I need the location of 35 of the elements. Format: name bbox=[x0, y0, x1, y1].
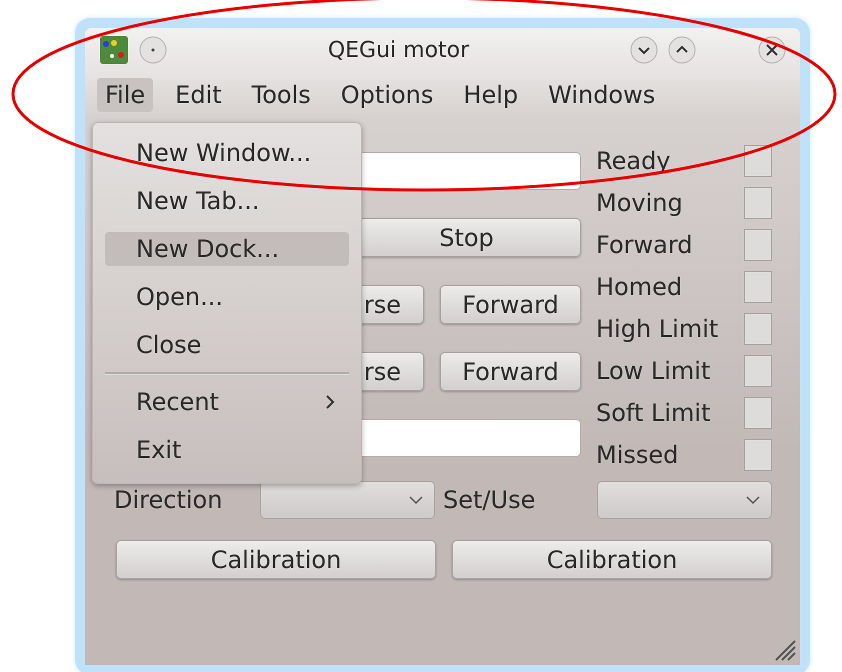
status-label: Ready bbox=[596, 147, 672, 175]
menu-item[interactable]: Open... bbox=[105, 273, 349, 321]
chevron-down-icon bbox=[745, 495, 762, 505]
calibration-button[interactable]: Calibration bbox=[116, 540, 436, 579]
chevron-down-icon bbox=[408, 495, 424, 505]
menu[interactable]: Tools bbox=[244, 78, 319, 112]
forward-button[interactable]: Forward bbox=[440, 285, 581, 324]
status-label: Forward bbox=[596, 231, 694, 259]
menu-item[interactable]: Exit bbox=[105, 426, 349, 474]
status-label: Soft Limit bbox=[596, 399, 712, 427]
forward-button[interactable]: Forward bbox=[440, 352, 581, 391]
status-label: High Limit bbox=[596, 315, 720, 343]
calibration-button[interactable]: Calibration bbox=[452, 540, 772, 579]
menu[interactable]: Windows bbox=[540, 78, 664, 112]
menu[interactable]: Options bbox=[332, 78, 442, 112]
menu-item[interactable]: Recent bbox=[105, 378, 349, 426]
menu[interactable]: Edit bbox=[167, 78, 230, 112]
status-label: Low Limit bbox=[596, 357, 712, 385]
close-button[interactable] bbox=[758, 36, 786, 64]
status-label: Missed bbox=[596, 441, 680, 469]
menu-item[interactable]: Close bbox=[105, 321, 349, 369]
menu-item[interactable]: New Dock... bbox=[105, 232, 349, 266]
minimize-button[interactable] bbox=[630, 36, 658, 64]
status-label: Homed bbox=[596, 273, 684, 301]
selector-label: Set/Use bbox=[442, 486, 536, 514]
selector-label: Direction bbox=[114, 486, 224, 514]
menu[interactable]: File bbox=[97, 78, 154, 112]
menu[interactable]: Help bbox=[455, 78, 526, 112]
maximize-button[interactable] bbox=[668, 36, 696, 64]
app-icon bbox=[99, 35, 129, 65]
status-label: Moving bbox=[596, 189, 684, 217]
menu-item[interactable]: New Tab... bbox=[105, 177, 349, 225]
chevron-right-icon bbox=[325, 394, 335, 410]
window-title: QEGui motor bbox=[326, 38, 470, 62]
menu-item[interactable]: New Window... bbox=[105, 129, 349, 177]
